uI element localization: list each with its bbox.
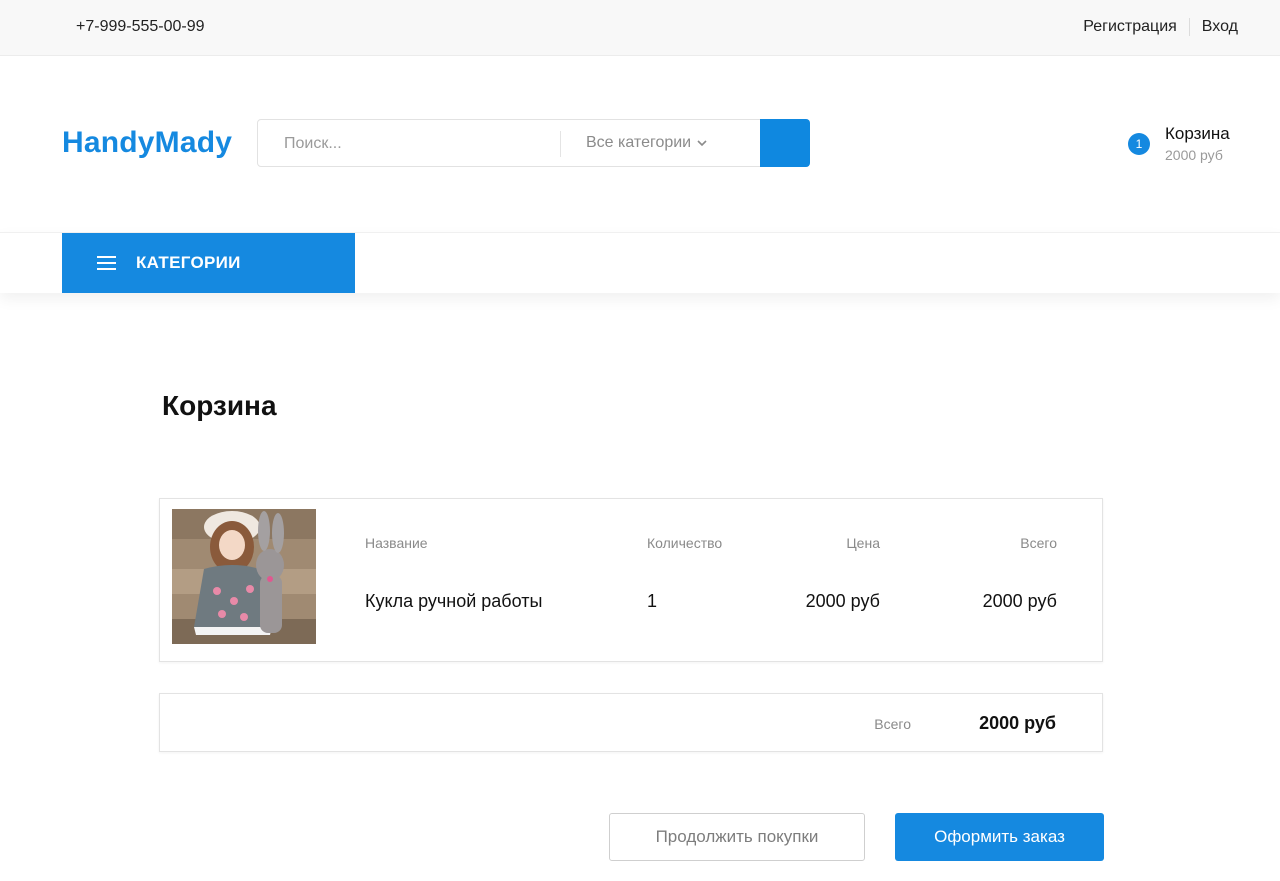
search-divider: [560, 131, 561, 157]
header-cart[interactable]: 1 Корзина 2000 руб: [1128, 124, 1230, 163]
cart-summary: Всего 2000 руб: [159, 693, 1103, 752]
header-cart-title: Корзина: [1165, 124, 1230, 143]
summary-label: Всего: [874, 716, 911, 732]
header-cart-sum: 2000 руб: [1165, 147, 1223, 163]
categories-button[interactable]: КАТЕГОРИИ: [62, 233, 355, 293]
product-price: 2000 руб: [805, 591, 880, 611]
page-title: Корзина: [162, 390, 277, 421]
column-header-total: Всего: [1020, 535, 1057, 551]
categories-label: КАТЕГОРИИ: [136, 253, 241, 272]
column-header-price: Цена: [846, 535, 880, 551]
logo[interactable]: HandyMady: [62, 126, 232, 160]
search-button[interactable]: [760, 119, 810, 167]
search-bar: Все категории: [257, 119, 810, 168]
cart-count-badge: 1: [1128, 133, 1150, 155]
doll-image: [172, 509, 316, 644]
product-name[interactable]: Кукла ручной работы: [365, 591, 542, 612]
login-link[interactable]: Вход: [1202, 18, 1238, 36]
column-header-name: Название: [365, 535, 428, 551]
auth-links: Регистрация Вход: [1083, 18, 1238, 36]
category-select-label: Все категории: [586, 134, 692, 151]
search-input[interactable]: [258, 120, 586, 168]
product-image[interactable]: [172, 509, 316, 644]
menu-icon: [97, 256, 116, 270]
top-bar: +7-999-555-00-99 Регистрация Вход: [0, 0, 1280, 56]
register-link[interactable]: Регистрация: [1083, 18, 1177, 36]
cart-item: Название Количество Цена Всего Кукла руч…: [159, 498, 1103, 662]
column-header-quantity: Количество: [647, 535, 723, 551]
chevron-down-icon: [697, 139, 707, 146]
checkout-button[interactable]: Оформить заказ: [895, 813, 1104, 861]
navbar: КАТЕГОРИИ: [0, 232, 1280, 293]
product-total: 2000 руб: [982, 591, 1057, 611]
category-select[interactable]: Все категории: [586, 134, 707, 152]
phone-number[interactable]: +7-999-555-00-99: [76, 18, 205, 36]
product-quantity: 1: [647, 591, 658, 611]
divider: [1188, 18, 1190, 36]
header-cart-info: Корзина 2000 руб: [1165, 124, 1230, 163]
continue-shopping-button[interactable]: Продолжить покупки: [609, 813, 865, 861]
summary-value: 2000 руб: [979, 713, 1056, 733]
